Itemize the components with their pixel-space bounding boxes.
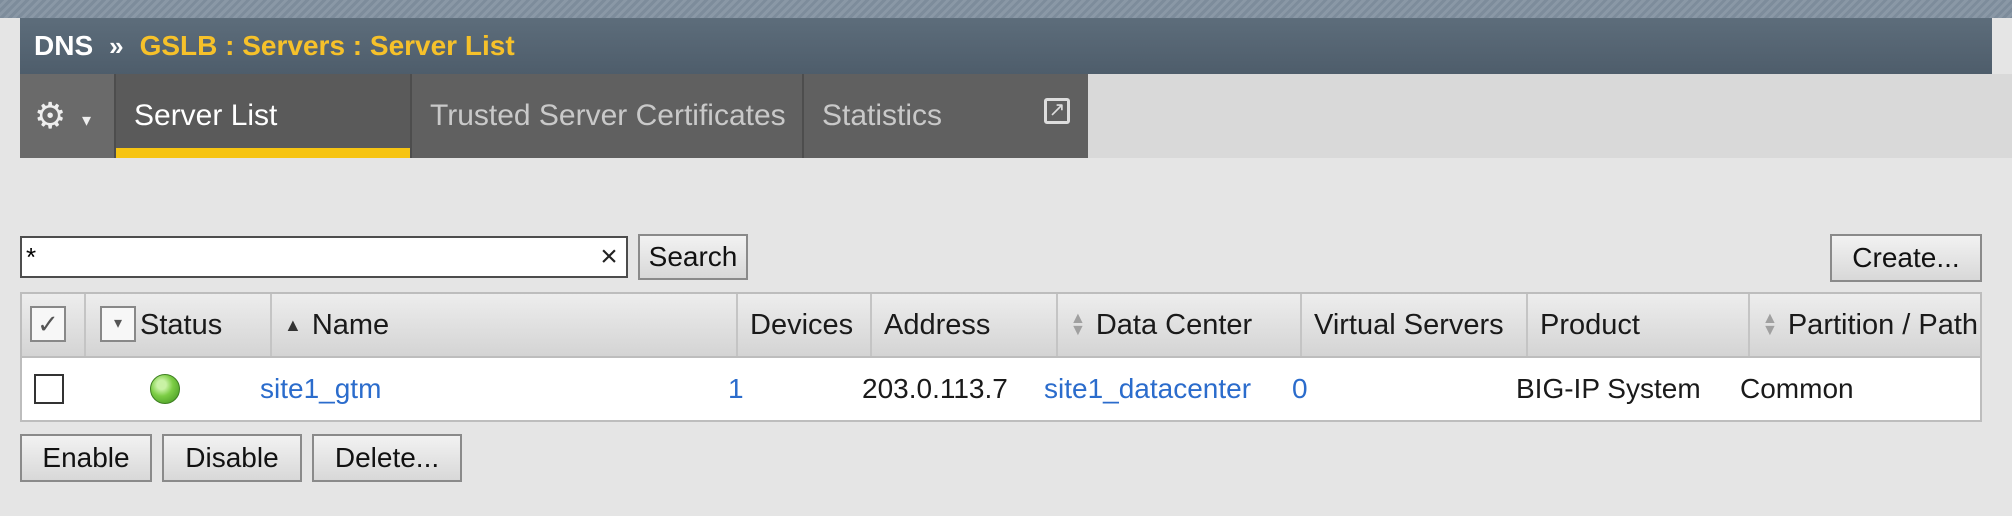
header-status-label: Status bbox=[140, 308, 223, 341]
breadcrumb-root[interactable]: DNS bbox=[34, 30, 93, 62]
partition-value: Common bbox=[1740, 373, 1854, 404]
top-banner-strip bbox=[0, 0, 2012, 18]
devices-count-link[interactable]: 1 bbox=[728, 358, 744, 420]
tab-options-menu[interactable]: ⚙ ▾ bbox=[20, 74, 116, 158]
header-name[interactable]: ▲ Name bbox=[272, 294, 738, 356]
header-product: Product bbox=[1528, 294, 1750, 356]
status-available-icon bbox=[150, 374, 180, 404]
tab-trusted-server-certificates[interactable]: Trusted Server Certificates bbox=[412, 74, 804, 158]
select-all-checkbox[interactable]: ✓ bbox=[30, 306, 66, 342]
address-value: 203.0.113.7 bbox=[862, 373, 1008, 404]
header-data-center[interactable]: ▲ ▼ Data Center bbox=[1058, 294, 1302, 356]
disable-button[interactable]: Disable bbox=[162, 434, 302, 482]
header-devices-label: Devices bbox=[750, 308, 854, 341]
chevron-down-icon: ▾ bbox=[82, 110, 92, 130]
product-value: BIG-IP System bbox=[1516, 373, 1701, 404]
server-list-table: ✓ ▾ Status ▲ Name Devices Address ▲ ▼ Dat… bbox=[20, 292, 1982, 422]
tab-statistics[interactable]: Statistics ↗ bbox=[804, 74, 1088, 158]
tab-server-list[interactable]: Server List bbox=[116, 74, 412, 158]
sort-toggle-icon: ▲ ▼ bbox=[1070, 310, 1086, 339]
tab-label: Server List bbox=[134, 99, 278, 132]
data-center-link[interactable]: site1_datacenter bbox=[1044, 358, 1251, 420]
create-button[interactable]: Create... bbox=[1830, 234, 1982, 282]
table-row: site1_gtm 1 203.0.113.7 site1_datacenter… bbox=[22, 358, 1980, 420]
header-name-label: Name bbox=[311, 308, 390, 341]
sort-ascending-icon: ▲ bbox=[284, 314, 302, 335]
tab-label: Statistics bbox=[822, 99, 943, 132]
gear-icon: ⚙ bbox=[34, 95, 67, 136]
row-checkbox-cell bbox=[34, 358, 64, 420]
breadcrumb-path: GSLB : Servers : Server List bbox=[139, 30, 515, 61]
enable-button[interactable]: Enable bbox=[20, 434, 152, 482]
table-header: ✓ ▾ Status ▲ Name Devices Address ▲ ▼ Dat… bbox=[22, 294, 1980, 358]
header-partition[interactable]: ▲ ▼ Partition / Path bbox=[1750, 294, 1980, 356]
breadcrumb-separator: » bbox=[109, 30, 124, 61]
header-status: Status bbox=[128, 294, 272, 356]
header-product-label: Product bbox=[1540, 308, 1640, 341]
search-input[interactable] bbox=[20, 236, 628, 278]
external-link-icon[interactable]: ↗ bbox=[1044, 98, 1070, 124]
sort-toggle-icon: ▲ ▼ bbox=[1762, 310, 1778, 339]
tab-label: Trusted Server Certificates bbox=[430, 99, 786, 132]
header-devices: Devices bbox=[738, 294, 872, 356]
row-select-checkbox[interactable] bbox=[34, 374, 64, 404]
header-virtual-servers: Virtual Servers bbox=[1302, 294, 1528, 356]
delete-button[interactable]: Delete... bbox=[312, 434, 462, 482]
header-select-all-cell: ✓ bbox=[22, 294, 86, 356]
clear-search-icon[interactable]: × bbox=[594, 238, 624, 276]
row-status-cell bbox=[150, 358, 180, 420]
virtual-servers-link[interactable]: 0 bbox=[1292, 358, 1308, 420]
tab-bar-filler bbox=[1088, 74, 2012, 158]
header-address: Address bbox=[872, 294, 1058, 356]
header-virtual-servers-label: Virtual Servers bbox=[1314, 308, 1504, 341]
search-button[interactable]: Search bbox=[638, 234, 748, 280]
breadcrumb: DNS » GSLB : Servers : Server List bbox=[20, 18, 1992, 74]
tab-bar: ⚙ ▾ Server List Trusted Server Certifica… bbox=[20, 74, 1088, 158]
header-partition-label: Partition / Path bbox=[1787, 308, 1979, 341]
server-name-link[interactable]: site1_gtm bbox=[260, 358, 381, 420]
header-address-label: Address bbox=[884, 308, 991, 341]
header-data-center-label: Data Center bbox=[1095, 308, 1253, 341]
